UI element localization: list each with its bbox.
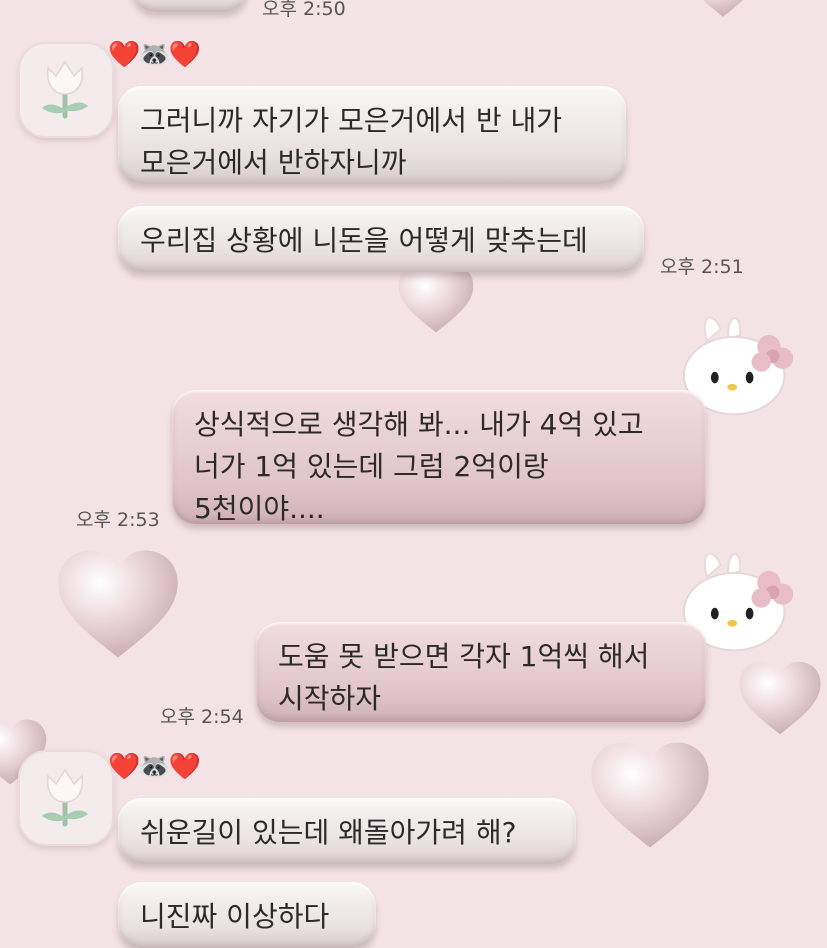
message-time: 오후 2:50 [262,0,346,20]
heart-decoration-icon [392,264,480,334]
chat-bubble[interactable]: 니진짜 이상하다 [118,882,376,948]
message-text: 상식적으로 생각해 봐... 내가 4억 있고 [194,408,644,441]
chat-bubble-previous[interactable] [132,0,248,12]
avatar[interactable] [18,42,114,138]
message-time: 오후 2:51 [660,256,744,278]
tulip-icon [30,762,100,832]
message-text: 시작하자 [278,682,382,715]
sender-nickname: ❤️🦝❤️ [108,752,201,782]
heart-decoration-icon [734,660,826,736]
chat-bubble[interactable]: 우리집 상황에 니돈을 어떻게 맞추는데 [118,206,644,272]
sender-nickname: ❤️🦝❤️ [108,40,201,70]
message-text: 너가 1억 있는데 그럼 2억이랑 [194,450,549,483]
message-text: 그러니까 자기가 모은거에서 반 내가 [140,104,563,137]
message-text: 쉬운길이 있는데 왜돌아가려 해? [140,816,517,849]
heart-decoration-icon [688,0,758,18]
tulip-icon [30,54,100,124]
message-text: 도움 못 받으면 각자 1억씩 해서 [278,640,650,673]
chat-bubble-sent[interactable]: 도움 못 받으면 각자 1억씩 해서 시작하자 [256,622,706,722]
message-text: 우리집 상황에 니돈을 어떻게 맞추는데 [140,224,588,257]
message-text: 모은거에서 반하자니까 [140,146,407,179]
chat-bubble-sent[interactable]: 상식적으로 생각해 봐... 내가 4억 있고 너가 1억 있는데 그럼 2억이… [172,390,706,525]
message-text: 니진짜 이상하다 [140,900,330,933]
message-time: 오후 2:53 [76,509,160,531]
chat-bubble[interactable]: 그러니까 자기가 모은거에서 반 내가 모은거에서 반하자니까 [118,86,626,184]
message-text: 5천이야.... [194,492,325,525]
avatar[interactable] [18,750,114,846]
heart-decoration-icon [586,740,714,850]
message-time: 오후 2:54 [160,706,244,728]
chat-bubble[interactable]: 쉬운길이 있는데 왜돌아가려 해? [118,798,576,864]
heart-decoration-icon [52,548,184,660]
